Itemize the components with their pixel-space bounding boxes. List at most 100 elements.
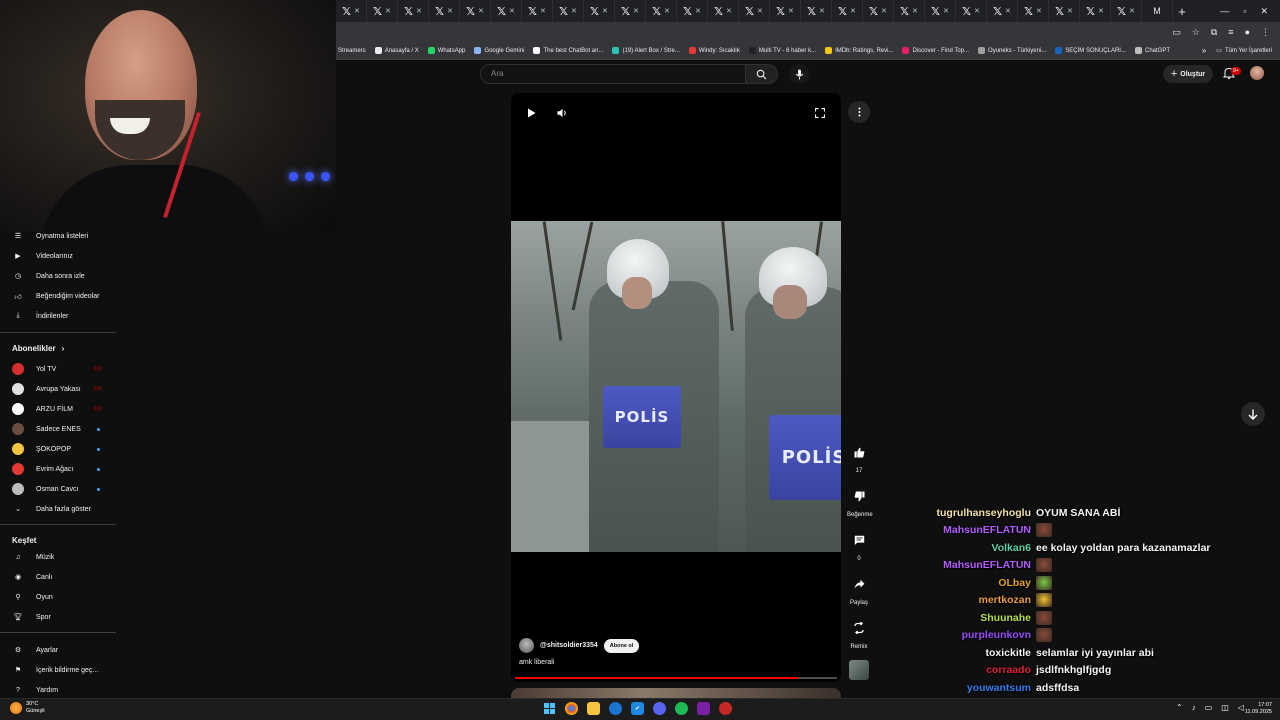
channel-avatar[interactable]: [519, 638, 534, 653]
close-tab-icon[interactable]: ✕: [819, 7, 825, 15]
file-explorer-icon[interactable]: [587, 702, 600, 715]
sidebar-item[interactable]: ŞOKOPOP: [0, 439, 116, 459]
close-tab-icon[interactable]: ✕: [757, 7, 763, 15]
close-tab-icon[interactable]: ✕: [788, 7, 794, 15]
bookmark-item[interactable]: Windy: Sıcaklık: [688, 47, 740, 54]
shorts-player[interactable]: POLİS POLİS @shitsoldier3354 Abone ol am…: [511, 93, 841, 682]
close-tab-icon[interactable]: ✕: [1005, 7, 1011, 15]
close-tab-icon[interactable]: ✕: [664, 7, 670, 15]
tray-expand-icon[interactable]: ⌃: [1176, 703, 1183, 712]
language-icon[interactable]: ▭: [1205, 703, 1213, 712]
profile-icon[interactable]: ●: [1245, 27, 1250, 37]
bookmark-item[interactable]: ChatGPT: [1134, 47, 1170, 54]
close-tab-icon[interactable]: ✕: [943, 7, 949, 15]
browser-tab[interactable]: 𝕏 ✕: [708, 0, 739, 22]
mic-tray-icon[interactable]: ♪: [1192, 703, 1196, 712]
browser-tab[interactable]: 𝕏 ✕: [925, 0, 956, 22]
subscribe-button[interactable]: Abone ol: [603, 638, 640, 653]
system-clock[interactable]: 17:07 11.09.2025: [1245, 702, 1272, 716]
chat-username[interactable]: purpleunkovn: [900, 629, 1036, 641]
bookmark-item[interactable]: IMDb: Ratings, Revi...: [825, 47, 893, 54]
bookmarks-overflow-button[interactable]: »: [1202, 46, 1206, 55]
close-tab-icon[interactable]: ✕: [1067, 7, 1073, 15]
create-button[interactable]: + Oluştur: [1163, 65, 1213, 83]
bookmark-item[interactable]: Discover - Find Top...: [902, 47, 969, 54]
close-tab-icon[interactable]: ✕: [1129, 7, 1135, 15]
next-short-preview[interactable]: [511, 688, 841, 698]
chat-username[interactable]: mertkozan: [900, 594, 1036, 606]
close-tab-icon[interactable]: ✕: [974, 7, 980, 15]
obs-icon[interactable]: [719, 702, 732, 715]
sidebar-item[interactable]: 👍︎ Beğendiğim videolar: [0, 286, 116, 306]
cast-icon[interactable]: ▭: [1172, 27, 1181, 38]
browser-tab[interactable]: 𝕏 ✕: [832, 0, 863, 22]
next-short-button[interactable]: [1241, 402, 1265, 426]
bookmark-item[interactable]: Multi TV - 6 haber k...: [748, 47, 816, 54]
close-window-icon[interactable]: ✕: [1260, 6, 1268, 17]
close-tab-icon[interactable]: ✕: [912, 7, 918, 15]
subscriptions-header[interactable]: Abonelikler ›: [12, 344, 64, 353]
bookmark-item[interactable]: Streamers: [338, 48, 366, 54]
volume-button[interactable]: [554, 105, 570, 121]
close-tab-icon[interactable]: ✕: [509, 7, 515, 15]
browser-menu-icon[interactable]: ⋮: [1261, 27, 1270, 38]
search-input[interactable]: Ara: [480, 64, 746, 84]
chat-username[interactable]: tugrulhanseyhoglu: [900, 507, 1036, 519]
dislike-button[interactable]: [848, 485, 870, 507]
chat-username[interactable]: corraado: [900, 664, 1036, 676]
browser-tab[interactable]: 𝕏 ✕: [460, 0, 491, 22]
bookmark-item[interactable]: Google Gemini: [474, 47, 524, 54]
bookmark-item[interactable]: WhatsApp: [427, 47, 465, 54]
chat-username[interactable]: youwantsum: [900, 682, 1036, 694]
browser-tab[interactable]: 𝕏 ✕: [398, 0, 429, 22]
chat-username[interactable]: Shuunahe: [900, 612, 1036, 624]
sidebar-item[interactable]: ▶ Videolarınız: [0, 246, 116, 266]
sidebar-item[interactable]: ⤓ İndirilenler: [0, 306, 116, 326]
browser-tab[interactable]: 𝕏 ✕: [1111, 0, 1142, 22]
browser-tab[interactable]: 𝕏 ✕: [1080, 0, 1111, 22]
chat-username[interactable]: OLbay: [900, 577, 1036, 589]
browser-tab[interactable]: 𝕏 ✕: [770, 0, 801, 22]
sidebar-item[interactable]: ⚙ Ayarlar: [0, 640, 116, 660]
spotify-icon[interactable]: [675, 702, 688, 715]
browser-tab[interactable]: 𝕏 ✕: [429, 0, 460, 22]
close-tab-icon[interactable]: ✕: [633, 7, 639, 15]
sidebar-item[interactable]: Avrupa Yakası ((•)): [0, 379, 116, 399]
weather-widget[interactable]: 30°C Güneşli: [10, 701, 45, 715]
sidebar-item[interactable]: ⚑ İçerik bildirme geç...: [0, 660, 116, 680]
original-sound-thumbnail[interactable]: [849, 660, 869, 680]
comments-button[interactable]: [848, 529, 870, 551]
like-button[interactable]: [848, 441, 870, 463]
search-button[interactable]: [746, 64, 778, 84]
close-tab-icon[interactable]: ✕: [726, 7, 732, 15]
kick-icon[interactable]: [697, 702, 710, 715]
media-controls-icon[interactable]: ≡: [1228, 27, 1233, 37]
video-progress-bar[interactable]: [515, 677, 837, 679]
close-tab-icon[interactable]: ✕: [385, 7, 391, 15]
sidebar-item[interactable]: ⚲ Oyun: [0, 587, 116, 607]
close-tab-icon[interactable]: ✕: [602, 7, 608, 15]
restore-icon[interactable]: ▫: [1243, 6, 1246, 17]
sidebar-item[interactable]: ◷ Daha sonra izle: [0, 266, 116, 286]
close-tab-icon[interactable]: ✕: [447, 7, 453, 15]
sidebar-item[interactable]: 🏆︎ Spor: [0, 607, 116, 627]
browser-tab[interactable]: 𝕏 ✕: [1018, 0, 1049, 22]
new-tab-button[interactable]: +: [1173, 4, 1191, 19]
close-tab-icon[interactable]: ✕: [881, 7, 887, 15]
sidebar-item[interactable]: Yol TV ((•)): [0, 359, 116, 379]
browser-tab[interactable]: 𝕏 ✕: [863, 0, 894, 22]
sidebar-item[interactable]: ARZU FİLM ((•)): [0, 399, 116, 419]
minimize-icon[interactable]: —: [1220, 6, 1229, 17]
speaker-icon[interactable]: ◁: [1238, 703, 1244, 712]
discord-icon[interactable]: [653, 702, 666, 715]
share-button[interactable]: [848, 573, 870, 595]
bookmark-item[interactable]: SEÇİM SONUÇLARI...: [1055, 47, 1126, 54]
sidebar-item[interactable]: ♫ Müzik: [0, 547, 116, 567]
chat-username[interactable]: MahsunEFLATUN: [900, 524, 1036, 536]
browser-tab[interactable]: 𝕏 ✕: [615, 0, 646, 22]
chrome-icon[interactable]: [565, 702, 578, 715]
browser-tab[interactable]: 𝕏 ✕: [987, 0, 1018, 22]
sidebar-item[interactable]: ◉ Canlı: [0, 567, 116, 587]
sidebar-item[interactable]: ? Yardım: [0, 680, 116, 700]
all-bookmarks-button[interactable]: ▭ Tüm Yer İşaretleri: [1216, 47, 1272, 55]
